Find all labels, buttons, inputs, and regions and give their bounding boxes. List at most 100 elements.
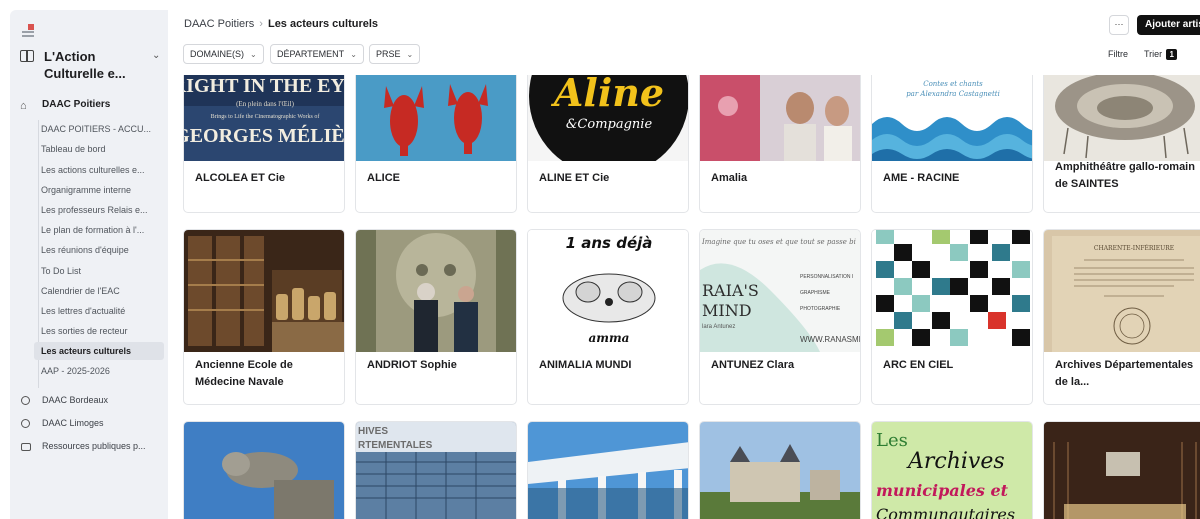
sidebar-item-label: Ressources publiques p... [42,441,146,451]
thumb-text: PERSONNALISATION I [800,274,853,280]
filter-label: PRSE [376,49,401,59]
breadcrumb: DAAC Poitiers › Les acteurs culturels [184,18,378,30]
sort-count-badge: 1 [1166,49,1178,60]
card-archives-municipales[interactable]: Les Archives municipales et Communautair… [871,421,1033,519]
sidebar-subitem[interactable]: Les sorties de recteur [34,322,164,340]
workspace-title: L'Action Culturelle e... [44,49,126,81]
card-thumbnail [184,230,344,352]
thumb-text: Archives [906,449,1005,474]
card-thumbnail [1044,75,1200,161]
trier-button[interactable]: Trier 1 [1144,49,1178,60]
thumb-text: (En plein dans l'Œil) [236,100,295,108]
card-ame-racine[interactable]: Contes et chants par Alexandra Castagnet… [871,75,1033,213]
card-gargoyle[interactable] [183,421,345,519]
thumb-text: HIVES [358,426,388,437]
card-modern-building[interactable] [527,421,689,519]
sidebar: L'Action Culturelle e... ⌄ ⌂ DAAC Poitie… [10,10,168,519]
sidebar-item-ressources[interactable]: Ressources publiques p... [10,438,168,458]
filter-label: DOMAINE(S) [190,49,244,59]
thumb-text: Brings to Life the Cinematographic Works… [211,113,320,120]
chevron-down-icon: ⌄ [406,50,414,59]
card-alcolea[interactable]: RIGHT IN THE EYE (En plein dans l'Œil) B… [183,75,345,213]
sidebar-subitem[interactable]: Les acteurs culturels [34,342,164,360]
thumb-text: amma [589,331,630,345]
sidebar-item-daac-bordeaux[interactable]: DAAC Bordeaux [10,392,168,412]
sidebar-item-daac-poitiers[interactable]: ⌂ DAAC Poitiers [10,96,168,116]
add-artist-button[interactable]: Ajouter artist [1137,15,1200,35]
card-title: ANTUNEZ Clara [711,359,795,371]
sidebar-subitem[interactable]: Les professeurs Relais e... [34,201,164,219]
sidebar-subitem[interactable]: Les actions culturelles e... [34,161,164,179]
card-thumbnail: HIVES RTEMENTALES [356,422,516,519]
card-arc-en-ciel[interactable]: ARC EN CIEL [871,229,1033,405]
sidebar-subitem[interactable]: To Do List [34,262,164,280]
sidebar-subitem[interactable]: DAAC POITIERS - ACCU... [34,120,164,138]
trier-label: Trier [1144,49,1163,59]
card-thumbnail: Les Archives municipales et Communautair… [872,422,1032,519]
card-thumbnail: Contes et chants par Alexandra Castagnet… [872,75,1032,161]
filtre-button[interactable]: Filtre [1108,49,1128,59]
card-concert-hall[interactable] [1043,421,1200,519]
card-thumbnail: Aline &Compagnie [528,75,688,161]
card-castle[interactable] [699,421,861,519]
thumb-text: Aline [551,75,664,115]
more-options-button[interactable]: ··· [1109,15,1129,35]
card-title: ALINE ET Cie [539,172,610,184]
thumb-text: WWW.RANASMIN [800,335,861,344]
thumb-text: lara Antunez [702,324,735,330]
sidebar-subitem[interactable]: Organigramme interne [34,181,164,199]
card-title: Ancienne Ecole de Médecine Navale [195,359,293,388]
sidebar-item-daac-limoges[interactable]: DAAC Limoges [10,415,168,435]
card-alice[interactable]: ALICE [355,75,517,213]
thumb-text: CHARENTE-INFÉRIEURE [1094,244,1174,252]
workspace-switcher[interactable]: L'Action Culturelle e... ⌄ [18,48,164,84]
card-ecole-medecine[interactable]: Ancienne Ecole de Médecine Navale [183,229,345,405]
card-thumbnail [528,422,688,519]
filter-label: DÉPARTEMENT [277,49,345,59]
card-thumbnail [1044,422,1200,519]
card-aline[interactable]: Aline &Compagnie ALINE ET Cie [527,75,689,213]
card-animalia[interactable]: 1 ans déjà amma ANIMALIA MUNDI [527,229,689,405]
sidebar-subitem[interactable]: Le plan de formation à l'... [34,221,164,239]
sidebar-subitem[interactable]: AAP - 2025-2026 [34,362,164,380]
card-thumbnail [872,230,1032,352]
sidebar-subitem[interactable]: Les lettres d'actualité [34,302,164,320]
sidebar-item-label: DAAC Limoges [42,418,104,428]
card-thumbnail: 1 ans déjà amma [528,230,688,352]
card-title: ANIMALIA MUNDI [539,359,632,371]
thumb-text: RTEMENTALES [358,440,433,451]
thumb-text: Les [876,430,908,451]
breadcrumb-parent[interactable]: DAAC Poitiers [184,18,254,30]
breadcrumb-current: Les acteurs culturels [267,18,379,30]
thumb-text: Contes et chants [923,80,983,88]
thumb-text: municipales et [876,481,1009,500]
filter-prse[interactable]: PRSE ⌄ [369,44,421,64]
sidebar-subitem[interactable]: Calendrier de l'EAC [34,282,164,300]
chevron-down-icon: ⌄ [350,50,357,59]
breadcrumb-separator: › [259,18,263,30]
card-thumbnail [356,75,516,161]
card-amalia[interactable]: Amalia [699,75,861,213]
card-andriot[interactable]: ANDRIOT Sophie [355,229,517,405]
card-title: Archives Départementales de la... [1055,359,1194,388]
chevron-down-icon: ⌄ [250,50,257,59]
filter-domaines[interactable]: DOMAINE(S) ⌄ [183,44,264,64]
card-antunez[interactable]: Imagine que tu oses et que tout se passe… [699,229,861,405]
card-archives-building[interactable]: HIVES RTEMENTALES [355,421,517,519]
circle-icon [21,396,30,405]
card-thumbnail: RIGHT IN THE EYE (En plein dans l'Œil) B… [184,75,344,161]
sidebar-subitem[interactable]: Les réunions d'équipe [34,241,164,259]
card-title: ANDRIOT Sophie [367,359,457,371]
thumb-text: GRAPHISME [800,290,831,296]
card-thumbnail [700,422,860,519]
book-icon [20,50,34,62]
card-title: AME - RACINE [883,172,960,184]
card-amphitheatre[interactable]: Amphithéâtre gallo-romain de SAINTES [1043,75,1200,213]
card-title: Amalia [711,172,748,184]
card-title: Amphithéâtre gallo-romain de SAINTES [1055,161,1195,190]
thumb-text: &Compagnie [566,117,653,132]
sidebar-subitem[interactable]: Tableau de bord [34,140,164,158]
filter-departement[interactable]: DÉPARTEMENT ⌄ [270,44,364,64]
card-archives-dep[interactable]: CHARENTE-INFÉRIEURE Archives Département… [1043,229,1200,405]
chevron-down-icon: ⌄ [152,50,161,61]
